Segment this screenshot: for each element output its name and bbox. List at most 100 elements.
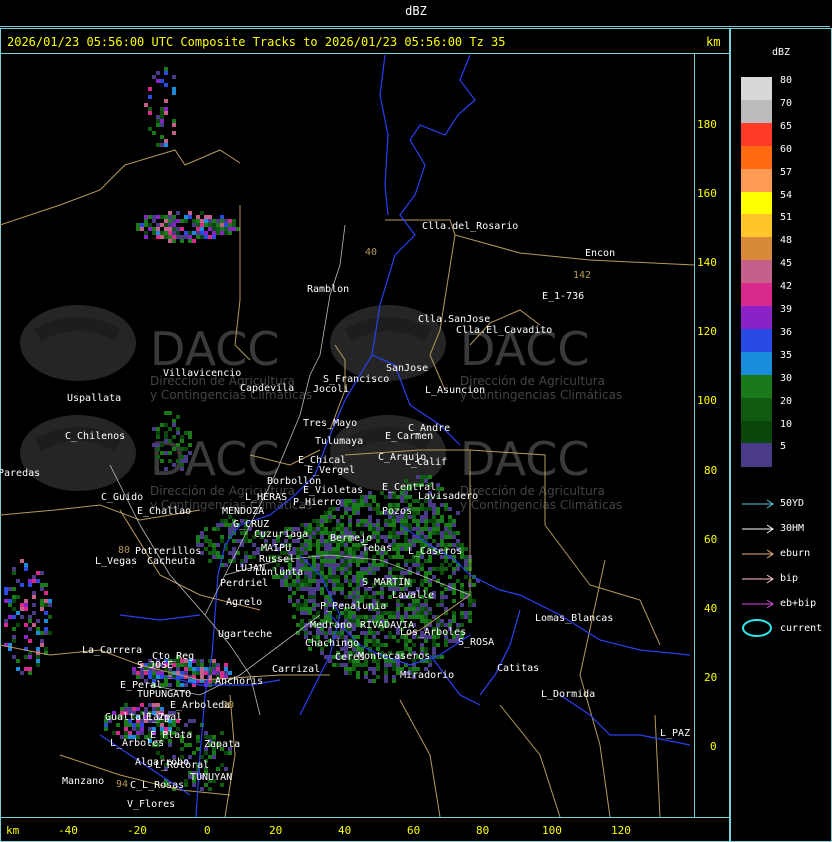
radar-pixel — [440, 591, 444, 595]
radar-pixel — [152, 131, 156, 135]
radar-pixel — [244, 551, 248, 555]
radar-pixel — [328, 575, 332, 579]
radar-pixel — [336, 519, 340, 523]
radar-pixel — [164, 139, 168, 143]
radar-pixel — [420, 563, 424, 567]
radar-pixel — [372, 531, 376, 535]
radar-pixel — [380, 615, 384, 619]
radar-map[interactable]: DACC Dirección de Agricultura y Contingenc… — [0, 55, 694, 817]
radar-pixel — [156, 215, 160, 219]
radar-pixel — [436, 483, 440, 487]
radar-pixel — [116, 723, 120, 727]
radar-pixel — [184, 447, 188, 451]
track-arrow-icon — [742, 574, 774, 584]
radar-pixel — [316, 519, 320, 523]
radar-pixel — [156, 431, 160, 435]
radar-pixel — [372, 679, 376, 683]
radar-pixel — [416, 559, 420, 563]
radar-pixel — [48, 603, 52, 607]
radar-pixel — [332, 527, 336, 531]
radar-pixel — [140, 223, 144, 227]
radar-pixel — [436, 523, 440, 527]
radar-pixel — [308, 599, 312, 603]
radar-pixel — [296, 623, 300, 627]
radar-pixel — [380, 527, 384, 531]
radar-pixel — [12, 607, 16, 611]
radar-pixel — [180, 435, 184, 439]
radar-pixel — [20, 583, 24, 587]
track-label: bip — [780, 573, 799, 584]
radar-pixel — [180, 455, 184, 459]
radar-pixel — [300, 623, 304, 627]
radar-pixel — [448, 563, 452, 567]
radar-pixel — [256, 547, 260, 551]
radar-pixel — [336, 567, 340, 571]
radar-pixel — [12, 655, 16, 659]
place-label: Catitas — [497, 663, 540, 674]
radar-pixel — [316, 583, 320, 587]
radar-pixel — [356, 615, 360, 619]
radar-pixel — [336, 579, 340, 583]
radar-pixel — [308, 575, 312, 579]
radar-pixel — [372, 495, 376, 499]
radar-pixel — [416, 563, 420, 567]
legend-value-label: 20 — [780, 396, 793, 407]
radar-pixel — [436, 567, 440, 571]
legend-value-label: 70 — [780, 98, 793, 109]
radar-pixel — [156, 119, 160, 123]
radar-pixel — [184, 667, 188, 671]
legend-swatch — [741, 100, 772, 124]
radar-pixel — [348, 547, 352, 551]
radar-pixel — [136, 727, 140, 731]
radar-pixel — [416, 603, 420, 607]
radar-pixel — [460, 583, 464, 587]
radar-pixel — [124, 731, 128, 735]
radar-pixel — [324, 511, 328, 515]
radar-pixel — [392, 611, 396, 615]
radar-pixel — [372, 671, 376, 675]
radar-pixel — [212, 667, 216, 671]
radar-pixel — [404, 519, 408, 523]
legend-swatch — [741, 169, 772, 193]
radar-pixel — [284, 579, 288, 583]
radar-pixel — [372, 639, 376, 643]
radar-pixel — [228, 751, 232, 755]
radar-pixel — [20, 671, 24, 675]
radar-pixel — [404, 563, 408, 567]
radar-pixel — [40, 639, 44, 643]
radar-pixel — [196, 539, 200, 543]
radar-pixel — [432, 567, 436, 571]
radar-pixel — [384, 663, 388, 667]
radar-pixel — [180, 747, 184, 751]
radar-pixel — [444, 643, 448, 647]
radar-pixel — [380, 555, 384, 559]
radar-pixel — [396, 603, 400, 607]
radar-pixel — [444, 507, 448, 511]
radar-pixel — [40, 571, 44, 575]
radar-pixel — [176, 231, 180, 235]
radar-pixel — [340, 631, 344, 635]
radar-pixel — [412, 603, 416, 607]
radar-pixel — [116, 731, 120, 735]
radar-pixel — [24, 563, 28, 567]
radar-pixel — [196, 735, 200, 739]
radar-pixel — [360, 615, 364, 619]
radar-pixel — [212, 659, 216, 663]
radar-pixel — [228, 523, 232, 527]
radar-pixel — [312, 595, 316, 599]
radar-pixel — [328, 579, 332, 583]
radar-pixel — [300, 587, 304, 591]
legend-swatch — [741, 306, 772, 330]
radar-pixel — [408, 559, 412, 563]
radar-pixel — [168, 411, 172, 415]
radar-pixel — [372, 563, 376, 567]
legend-swatch — [741, 443, 772, 467]
radar-pixel — [200, 531, 204, 535]
radar-pixel — [148, 95, 152, 99]
radar-pixel — [312, 531, 316, 535]
radar-pixel — [376, 615, 380, 619]
radar-pixel — [396, 611, 400, 615]
radar-pixel — [160, 671, 164, 675]
place-label: 80 — [118, 545, 131, 556]
radar-pixel — [156, 427, 160, 431]
